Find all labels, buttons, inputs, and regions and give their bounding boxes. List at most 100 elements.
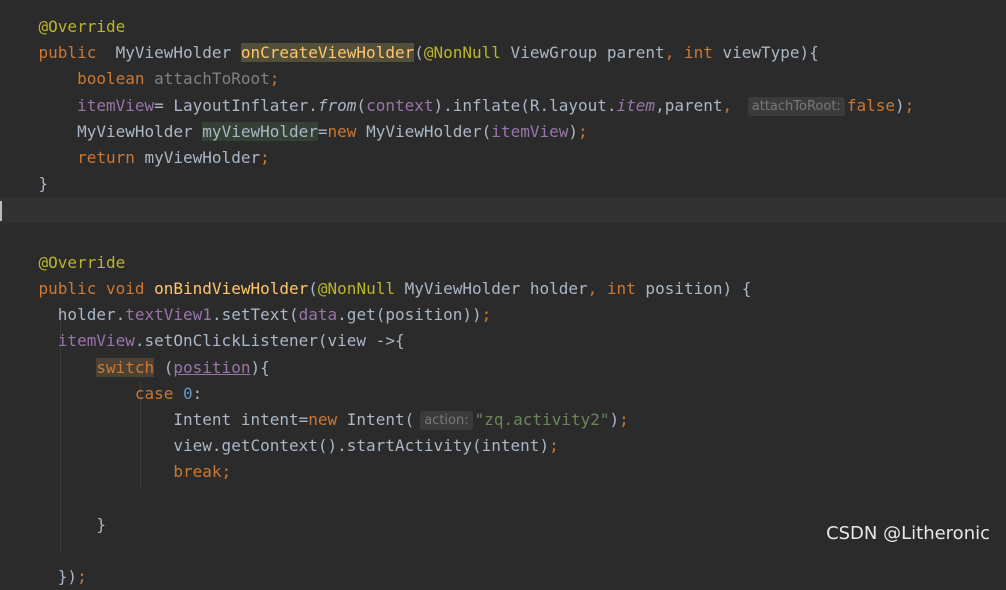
code-line[interactable] xyxy=(0,486,1006,512)
text-caret xyxy=(0,201,2,221)
code-token: myViewHolder xyxy=(202,121,318,141)
code-token: , xyxy=(655,95,665,115)
code-line[interactable] xyxy=(0,224,1006,250)
code-token: parent xyxy=(664,95,723,115)
code-token: boolean xyxy=(77,69,145,89)
code-token: textView1 xyxy=(125,305,212,325)
code-token: myViewHolder xyxy=(134,148,261,167)
code-token: MyViewHolder holder xyxy=(394,279,588,298)
code-token: ; xyxy=(619,410,629,429)
code-token: holder. xyxy=(0,305,126,325)
code-token: @NonNull xyxy=(423,43,501,63)
code-line[interactable]: boolean attachToRoot; xyxy=(0,66,1006,92)
code-token: from xyxy=(317,95,357,115)
code-token: position) { xyxy=(635,279,752,298)
code-token: itemView xyxy=(491,121,569,141)
code-token: ViewGroup parent xyxy=(500,43,665,63)
code-token: @Override xyxy=(38,252,126,272)
code-token: viewType){ xyxy=(712,43,819,63)
code-token: case xyxy=(134,383,174,403)
code-token: ( xyxy=(414,43,424,63)
code-line[interactable]: MyViewHolder myViewHolder=new MyViewHold… xyxy=(0,119,1006,145)
code-token: attachToRoot xyxy=(144,69,270,89)
code-line[interactable]: public void onBindViewHolder(@NonNull My… xyxy=(0,276,1006,302)
code-token: , xyxy=(722,95,742,115)
code-token: void xyxy=(105,279,145,298)
code-token: } xyxy=(0,174,49,194)
code-token: ){ xyxy=(250,357,270,377)
code-line[interactable]: }); xyxy=(0,564,1006,590)
code-token: return xyxy=(77,148,135,167)
code-token: }) xyxy=(0,567,78,587)
code-token: int xyxy=(606,279,636,298)
code-line[interactable]: } xyxy=(0,171,1006,197)
code-token: onCreateViewHolder xyxy=(240,43,415,63)
parameter-hint: action: xyxy=(420,411,473,430)
code-token: MyViewHolder( xyxy=(356,121,492,141)
code-token: Intent intent= xyxy=(0,410,309,429)
code-token: = LayoutInflater. xyxy=(154,95,318,115)
code-line[interactable]: @Override xyxy=(0,14,1006,40)
code-token: data xyxy=(298,305,338,325)
code-token: .setOnClickListener(view ->{ xyxy=(134,331,405,351)
code-token: ; xyxy=(481,305,492,325)
code-token: ; xyxy=(549,436,559,456)
code-line[interactable]: break; xyxy=(0,459,1006,485)
code-line[interactable]: return myViewHolder; xyxy=(0,145,1006,171)
code-line[interactable]: itemView.setOnClickListener(view ->{ xyxy=(0,328,1006,354)
code-token: ( xyxy=(308,279,318,298)
code-token: false xyxy=(846,95,895,115)
code-token: new xyxy=(327,121,357,141)
code-token: ; xyxy=(260,148,270,167)
code-token: public xyxy=(38,279,97,298)
code-line[interactable]: itemView= LayoutInflater.from(context).i… xyxy=(0,93,1006,119)
code-token: 0 xyxy=(183,383,193,403)
code-token: ) xyxy=(609,410,620,429)
watermark: CSDN @Litheronic xyxy=(826,523,990,544)
code-token: switch xyxy=(96,357,155,377)
code-line[interactable]: Intent intent=new Intent(action: "zq.acti… xyxy=(0,407,1006,433)
code-token: position xyxy=(173,357,251,377)
code-token: , xyxy=(664,43,684,63)
code-token: ; xyxy=(269,69,280,89)
code-token: ( xyxy=(154,357,174,377)
code-token: ; xyxy=(904,95,915,115)
parameter-hint: attachToRoot: xyxy=(747,96,845,116)
code-token: "zq.activity2" xyxy=(474,410,610,429)
code-line[interactable] xyxy=(0,197,1006,224)
code-token: int xyxy=(683,43,713,63)
code-token: onBindViewHolder xyxy=(154,279,309,298)
code-token: context xyxy=(366,95,434,115)
code-token: @Override xyxy=(38,17,126,36)
code-line[interactable]: view.getContext().startActivity(intent); xyxy=(0,433,1006,459)
code-line[interactable]: @Override xyxy=(0,250,1006,276)
code-token: .setText( xyxy=(211,305,299,325)
code-line[interactable]: holder.textView1.setText(data.get(positi… xyxy=(0,302,1006,328)
code-token: ).inflate(R.layout. xyxy=(433,95,617,115)
code-token: } xyxy=(0,514,106,534)
code-token: itemView xyxy=(77,95,155,115)
code-token: : xyxy=(192,383,203,403)
code-token: , xyxy=(587,279,607,298)
code-editor[interactable]: @Override public MyViewHolder onCreateVi… xyxy=(0,0,1006,586)
code-token: ) xyxy=(894,95,905,115)
code-line[interactable]: case 0: xyxy=(0,381,1006,407)
code-token: itemView xyxy=(57,331,135,351)
code-token: MyViewHolder xyxy=(0,121,203,141)
code-line[interactable]: public MyViewHolder onCreateViewHolder(@… xyxy=(0,40,1006,66)
code-token: Intent( xyxy=(337,410,415,429)
code-token: MyViewHolder xyxy=(96,43,241,63)
code-token: ) xyxy=(568,121,578,141)
code-token: item xyxy=(616,95,656,115)
code-token: ; xyxy=(578,121,588,141)
code-line[interactable]: switch (position){ xyxy=(0,355,1006,381)
